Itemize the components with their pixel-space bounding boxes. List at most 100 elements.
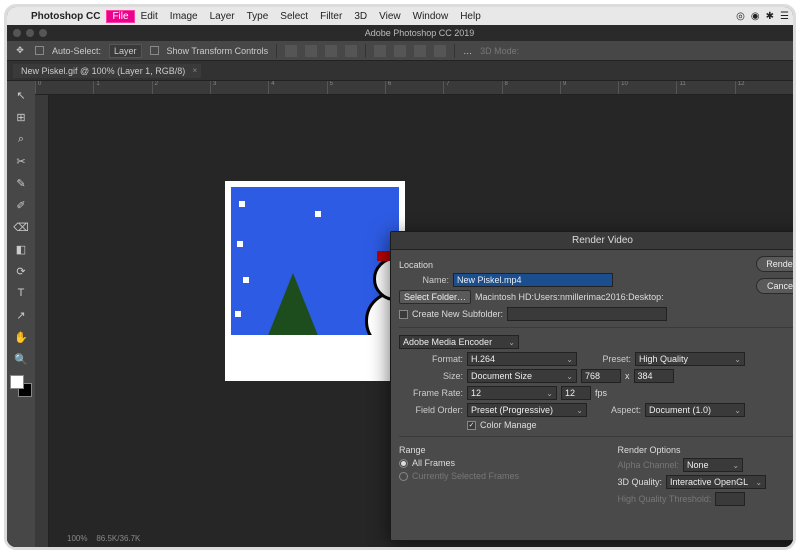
align-icon[interactable] bbox=[285, 45, 297, 57]
dialog-title: Render Video bbox=[391, 232, 793, 250]
align-icon[interactable] bbox=[325, 45, 337, 57]
colormanage-checkbox[interactable] bbox=[467, 421, 476, 430]
transform-label: Show Transform Controls bbox=[167, 46, 269, 56]
menu-edit[interactable]: Edit bbox=[135, 11, 164, 22]
autoselect-target-select[interactable]: Layer bbox=[109, 44, 142, 58]
text-tool[interactable]: T bbox=[10, 283, 32, 303]
all-frames-label: All Frames bbox=[412, 458, 455, 468]
range-header: Range bbox=[399, 445, 588, 455]
tool-panel: ↖ ⊞ ⌕ ✂ ✎ ✐ ⌫ ◧ ⟳ T ↗ ✋ 🔍 bbox=[7, 81, 35, 547]
tab-label: New Piskel.gif @ 100% (Layer 1, RGB/8) bbox=[21, 66, 185, 76]
create-subfolder-label: Create New Subfolder: bbox=[412, 309, 503, 319]
minimize-icon[interactable] bbox=[26, 29, 34, 37]
fps-unit: fps bbox=[595, 388, 607, 398]
menu-help[interactable]: Help bbox=[454, 11, 487, 22]
menu-tray: ◎ ◉ ✱ ☰ bbox=[736, 11, 789, 22]
crop-tool[interactable]: ✂ bbox=[10, 151, 32, 171]
canvas-artwork bbox=[225, 181, 405, 381]
quality3d-select[interactable]: Interactive OpenGL bbox=[666, 475, 766, 489]
size-label: Size: bbox=[399, 371, 463, 381]
distribute-icon[interactable] bbox=[414, 45, 426, 57]
fieldorder-label: Field Order: bbox=[399, 405, 463, 415]
close-icon[interactable] bbox=[13, 29, 21, 37]
gradient-tool[interactable]: ◧ bbox=[10, 239, 32, 259]
render-video-dialog: Render Video Render Cancel Location Name… bbox=[390, 231, 793, 541]
alpha-channel-select: None bbox=[683, 458, 743, 472]
align-icon[interactable] bbox=[305, 45, 317, 57]
format-label: Format: bbox=[399, 354, 463, 364]
vertical-ruler bbox=[35, 95, 49, 547]
move-tool[interactable]: ↖ bbox=[10, 85, 32, 105]
lasso-tool[interactable]: ⌕ bbox=[10, 129, 32, 149]
window-titlebar: Adobe Photoshop CC 2019 bbox=[7, 25, 793, 41]
select-folder-button[interactable]: Select Folder… bbox=[399, 290, 471, 304]
size-select[interactable]: Document Size bbox=[467, 369, 577, 383]
menu-3d[interactable]: 3D bbox=[348, 11, 373, 22]
fps-input[interactable] bbox=[561, 386, 591, 400]
width-input[interactable] bbox=[581, 369, 621, 383]
distribute-icon[interactable] bbox=[394, 45, 406, 57]
tray-icon[interactable]: ✱ bbox=[766, 11, 774, 22]
menu-window[interactable]: Window bbox=[407, 11, 455, 22]
app-menu[interactable]: Photoshop CC bbox=[25, 11, 106, 22]
zoom-tool[interactable]: 🔍 bbox=[10, 349, 32, 369]
fieldorder-select[interactable]: Preset (Progressive) bbox=[467, 403, 587, 417]
menu-filter[interactable]: Filter bbox=[314, 11, 348, 22]
create-subfolder-checkbox[interactable] bbox=[399, 310, 408, 319]
brush-tool[interactable]: ✐ bbox=[10, 195, 32, 215]
preset-select[interactable]: High Quality bbox=[635, 352, 745, 366]
color-swatches[interactable] bbox=[10, 375, 32, 397]
window-title: Adobe Photoshop CC 2019 bbox=[52, 28, 787, 38]
transform-checkbox[interactable] bbox=[150, 46, 159, 55]
document-tab[interactable]: New Piskel.gif @ 100% (Layer 1, RGB/8) × bbox=[13, 64, 201, 78]
framerate-label: Frame Rate: bbox=[399, 388, 463, 398]
options-bar: ✥ Auto-Select: Layer Show Transform Cont… bbox=[7, 41, 793, 61]
autoselect-checkbox[interactable] bbox=[35, 46, 44, 55]
hand-tool[interactable]: ✋ bbox=[10, 327, 32, 347]
menu-image[interactable]: Image bbox=[164, 11, 204, 22]
move-tool-icon[interactable]: ✥ bbox=[13, 44, 27, 58]
eraser-tool[interactable]: ⌫ bbox=[10, 217, 32, 237]
tab-close-icon[interactable]: × bbox=[193, 66, 198, 75]
height-input[interactable] bbox=[634, 369, 674, 383]
tray-icon[interactable]: ◎ bbox=[736, 11, 745, 22]
format-select[interactable]: H.264 bbox=[467, 352, 577, 366]
hq-threshold-label: High Quality Threshold: bbox=[618, 494, 712, 504]
distribute-icon[interactable] bbox=[374, 45, 386, 57]
canvas[interactable] bbox=[225, 181, 405, 381]
fg-color-swatch[interactable] bbox=[10, 375, 24, 389]
mac-menu-bar: Photoshop CC File Edit Image Layer Type … bbox=[7, 7, 793, 25]
tray-icon[interactable]: ◉ bbox=[751, 11, 760, 22]
pen-tool[interactable]: ⟳ bbox=[10, 261, 32, 281]
render-button[interactable]: Render bbox=[756, 256, 793, 272]
status-bar: 100% 86.5K/36.7K bbox=[67, 534, 140, 543]
tray-icon[interactable]: ☰ bbox=[780, 11, 789, 22]
status-zoom: 100% bbox=[67, 534, 87, 543]
distribute-icon[interactable] bbox=[434, 45, 446, 57]
menu-select[interactable]: Select bbox=[274, 11, 314, 22]
render-options-header: Render Options bbox=[618, 445, 794, 455]
menu-view[interactable]: View bbox=[373, 11, 407, 22]
marquee-tool[interactable]: ⊞ bbox=[10, 107, 32, 127]
aspect-label: Aspect: bbox=[591, 405, 641, 415]
alpha-channel-label: Alpha Channel: bbox=[618, 460, 680, 470]
eyedropper-tool[interactable]: ✎ bbox=[10, 173, 32, 193]
name-label: Name: bbox=[399, 275, 449, 285]
path-tool[interactable]: ↗ bbox=[10, 305, 32, 325]
encoder-select[interactable]: Adobe Media Encoder bbox=[399, 335, 519, 349]
preset-label: Preset: bbox=[581, 354, 631, 364]
align-icon[interactable] bbox=[345, 45, 357, 57]
framerate-select[interactable]: 12 bbox=[467, 386, 557, 400]
zoom-icon[interactable] bbox=[39, 29, 47, 37]
all-frames-radio[interactable] bbox=[399, 459, 408, 468]
menu-layer[interactable]: Layer bbox=[204, 11, 241, 22]
menu-type[interactable]: Type bbox=[241, 11, 275, 22]
cancel-button[interactable]: Cancel bbox=[756, 278, 793, 294]
location-header: Location bbox=[399, 260, 793, 270]
more-icon[interactable]: … bbox=[463, 46, 472, 56]
aspect-select[interactable]: Document (1.0) bbox=[645, 403, 745, 417]
autoselect-label: Auto-Select: bbox=[52, 46, 101, 56]
name-input[interactable] bbox=[453, 273, 613, 287]
quality3d-label: 3D Quality: bbox=[618, 477, 663, 487]
menu-file[interactable]: File bbox=[106, 10, 134, 23]
